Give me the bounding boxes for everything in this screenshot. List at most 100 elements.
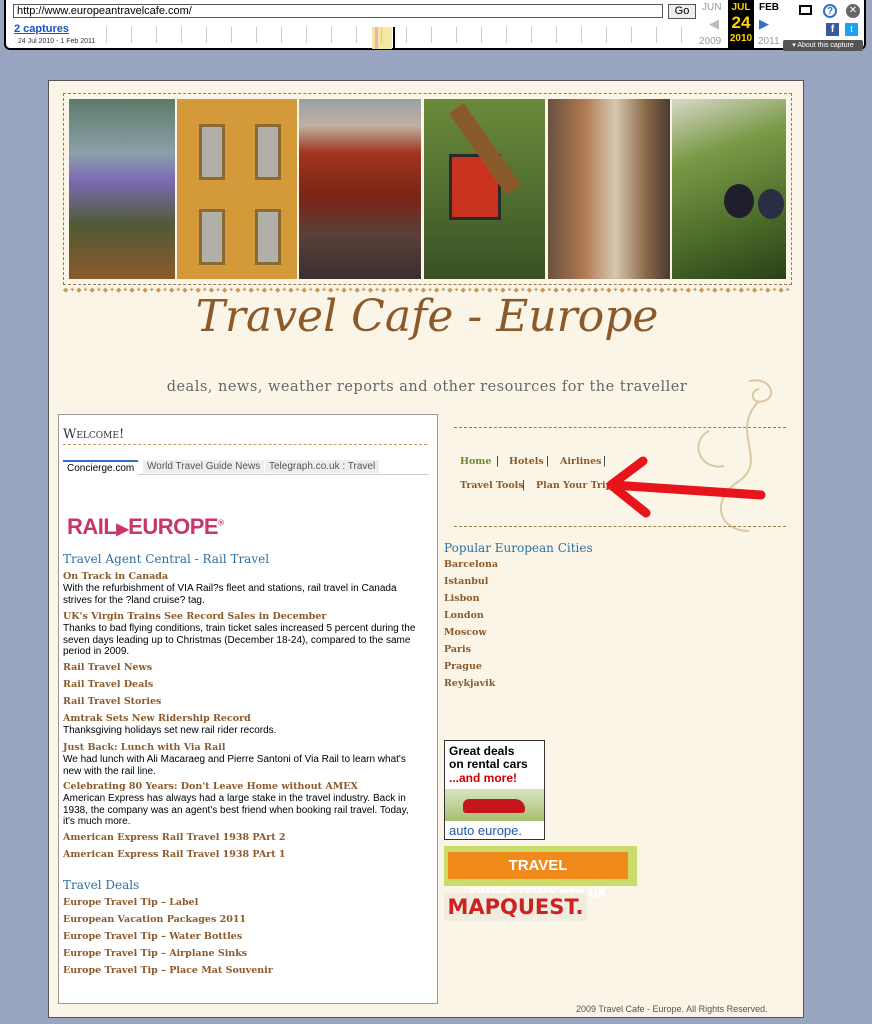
- timeline-tick: [656, 27, 657, 43]
- timeline-tick: [306, 27, 307, 43]
- red-arrow-icon: [606, 456, 766, 518]
- section-rail-travel[interactable]: Travel Agent Central - Rail Travel: [63, 552, 269, 566]
- help-icon[interactable]: ?: [823, 4, 837, 18]
- city-link[interactable]: Paris: [444, 644, 471, 655]
- travel-directory-ad[interactable]: TRAVEL DIRECTORY.org.uk: [444, 846, 637, 901]
- next-arrow-icon[interactable]: ▶: [759, 17, 769, 31]
- city-link[interactable]: Moscow: [444, 627, 487, 638]
- article-title[interactable]: Just Back: Lunch with Via Rail: [63, 742, 225, 753]
- section-travel-deals[interactable]: Travel Deals: [63, 878, 139, 892]
- news-tabs: Concierge.com World Travel Guide News Te…: [63, 460, 429, 475]
- photo-red-boats: [299, 99, 421, 279]
- mapquest-ad[interactable]: MAPQUEST.: [444, 893, 587, 921]
- auto-europe-ad[interactable]: Great deals on rental cars ...and more! a…: [444, 740, 545, 840]
- tab-world-travel-guide[interactable]: World Travel Guide News: [143, 460, 265, 473]
- deal-link[interactable]: Europe Travel Tip – Place Mat Souvenir: [63, 965, 273, 976]
- timeline-tick: [681, 27, 682, 43]
- article-title[interactable]: Amtrak Sets New Ridership Record: [63, 713, 251, 724]
- captures-link[interactable]: 2 captures: [14, 23, 69, 35]
- popular-cities-heading[interactable]: Popular European Cities: [444, 541, 593, 555]
- nav-travel-tools[interactable]: Travel Tools: [460, 480, 524, 491]
- travel-directory-label: TRAVEL DIRECTORY.org.uk: [448, 852, 628, 901]
- nav-home[interactable]: Home: [460, 456, 491, 467]
- about-capture-label: About this capture: [797, 42, 854, 49]
- deal-link[interactable]: Europe Travel Tip – Label: [63, 897, 198, 908]
- city-link[interactable]: Istanbul: [444, 576, 488, 587]
- selected-date: JUL 24 2010: [728, 0, 754, 50]
- deal-link[interactable]: Europe Travel Tip – Water Bottles: [63, 931, 242, 942]
- timeline-tick: [431, 27, 432, 43]
- about-capture-button[interactable]: ▾ About this capture: [783, 40, 863, 51]
- article-title[interactable]: Rail Travel News: [63, 662, 152, 673]
- tab-telegraph[interactable]: Telegraph.co.uk : Travel: [265, 460, 380, 473]
- next-month[interactable]: FEB: [759, 2, 779, 13]
- next-year[interactable]: 2011: [758, 36, 780, 47]
- city-link[interactable]: London: [444, 610, 484, 621]
- timeline-tick: [531, 27, 532, 43]
- article-title[interactable]: Rail Travel Deals: [63, 679, 153, 690]
- timeline-tick: [356, 27, 357, 43]
- nav-separator: |: [522, 479, 525, 491]
- article-title[interactable]: Celebrating 80 Years: Don't Leave Home w…: [63, 781, 358, 792]
- photo-yellow-facade: [177, 99, 297, 279]
- wayback-go-button[interactable]: Go: [668, 4, 696, 19]
- ad-car-image: [445, 789, 544, 821]
- timeline-tick: [131, 27, 132, 43]
- timeline-tick: [281, 27, 282, 43]
- timeline-tick: [606, 27, 607, 43]
- photo-lantern: [424, 99, 545, 279]
- city-link[interactable]: Barcelona: [444, 559, 498, 570]
- capture-timeline[interactable]: [94, 23, 699, 49]
- nav-separator: |: [496, 455, 499, 467]
- prev-year[interactable]: 2009: [699, 36, 721, 47]
- photo-olives: [672, 99, 786, 279]
- timeline-tick: [181, 27, 182, 43]
- timeline-tick: [206, 27, 207, 43]
- article-title[interactable]: Rail Travel Stories: [63, 696, 161, 707]
- article-title[interactable]: UK's Virgin Trains See Record Sales in D…: [63, 611, 326, 622]
- tab-concierge[interactable]: Concierge.com: [63, 460, 139, 475]
- article-desc: We had lunch with Ali Macaraeg and Pierr…: [63, 754, 406, 777]
- selected-day: 24: [731, 13, 751, 32]
- close-icon[interactable]: ✕: [846, 4, 860, 18]
- timeline-tick: [456, 27, 457, 43]
- site-page: ◆✦◆✦◆✦◆✦◆✦◆✦◆✦◆✦◆✦◆✦◆✦◆✦◆✦◆✦◆✦◆✦◆✦◆✦◆✦◆✦…: [48, 80, 804, 1018]
- timeline-tick: [556, 27, 557, 43]
- timeline-tick: [231, 27, 232, 43]
- timeline-capture-mark: [375, 27, 378, 49]
- wayback-url-input[interactable]: [13, 4, 663, 18]
- city-link[interactable]: Prague: [444, 661, 482, 672]
- timeline-tick: [631, 27, 632, 43]
- prev-month[interactable]: JUN: [702, 2, 721, 13]
- ad-brand: auto europe.: [449, 823, 523, 838]
- photo-street: [548, 99, 670, 279]
- nav-airlines[interactable]: Airlines: [560, 456, 602, 467]
- window-icon[interactable]: [799, 5, 812, 15]
- deal-link[interactable]: European Vacation Packages 2011: [63, 914, 246, 925]
- article-desc: Thanksgiving holidays set new rail rider…: [63, 725, 277, 736]
- ad-line3: ...and more!: [449, 771, 518, 785]
- timeline-tick: [331, 27, 332, 43]
- timeline-tick: [156, 27, 157, 43]
- nav-hotels[interactable]: Hotels: [509, 456, 544, 467]
- city-link[interactable]: Lisbon: [444, 593, 480, 604]
- raileurope-logo[interactable]: RAIL▶EUROPE®: [67, 514, 224, 540]
- wayback-toolbar: Go 2 captures 24 Jul 2010 - 1 Feb 2011 J…: [4, 0, 866, 51]
- facebook-icon[interactable]: f: [826, 23, 839, 36]
- timeline-tick: [581, 27, 582, 43]
- article-desc: With the refurbishment of VIA Rail?s fle…: [63, 583, 397, 606]
- prev-arrow-icon[interactable]: ◀: [709, 17, 719, 31]
- article-title[interactable]: American Express Rail Travel 1938 PArt 1: [63, 849, 286, 860]
- twitter-icon[interactable]: t: [845, 23, 858, 36]
- site-logo[interactable]: Travel Cafe - Europe: [49, 291, 805, 342]
- deal-link[interactable]: Europe Travel Tip – Airplane Sinks: [63, 948, 247, 959]
- timeline-tick: [481, 27, 482, 43]
- article-title[interactable]: On Track in Canada: [63, 571, 168, 582]
- raileurope-arrow-icon: ▶: [116, 521, 129, 538]
- nav-separator: |: [546, 455, 549, 467]
- city-link[interactable]: Reykjavik: [444, 678, 495, 689]
- raileurope-logo-left: RAIL: [67, 514, 117, 539]
- article-title[interactable]: American Express Rail Travel 1938 PArt 2: [63, 832, 286, 843]
- timeline-tick: [256, 27, 257, 43]
- nav-divider-bottom: [454, 526, 786, 528]
